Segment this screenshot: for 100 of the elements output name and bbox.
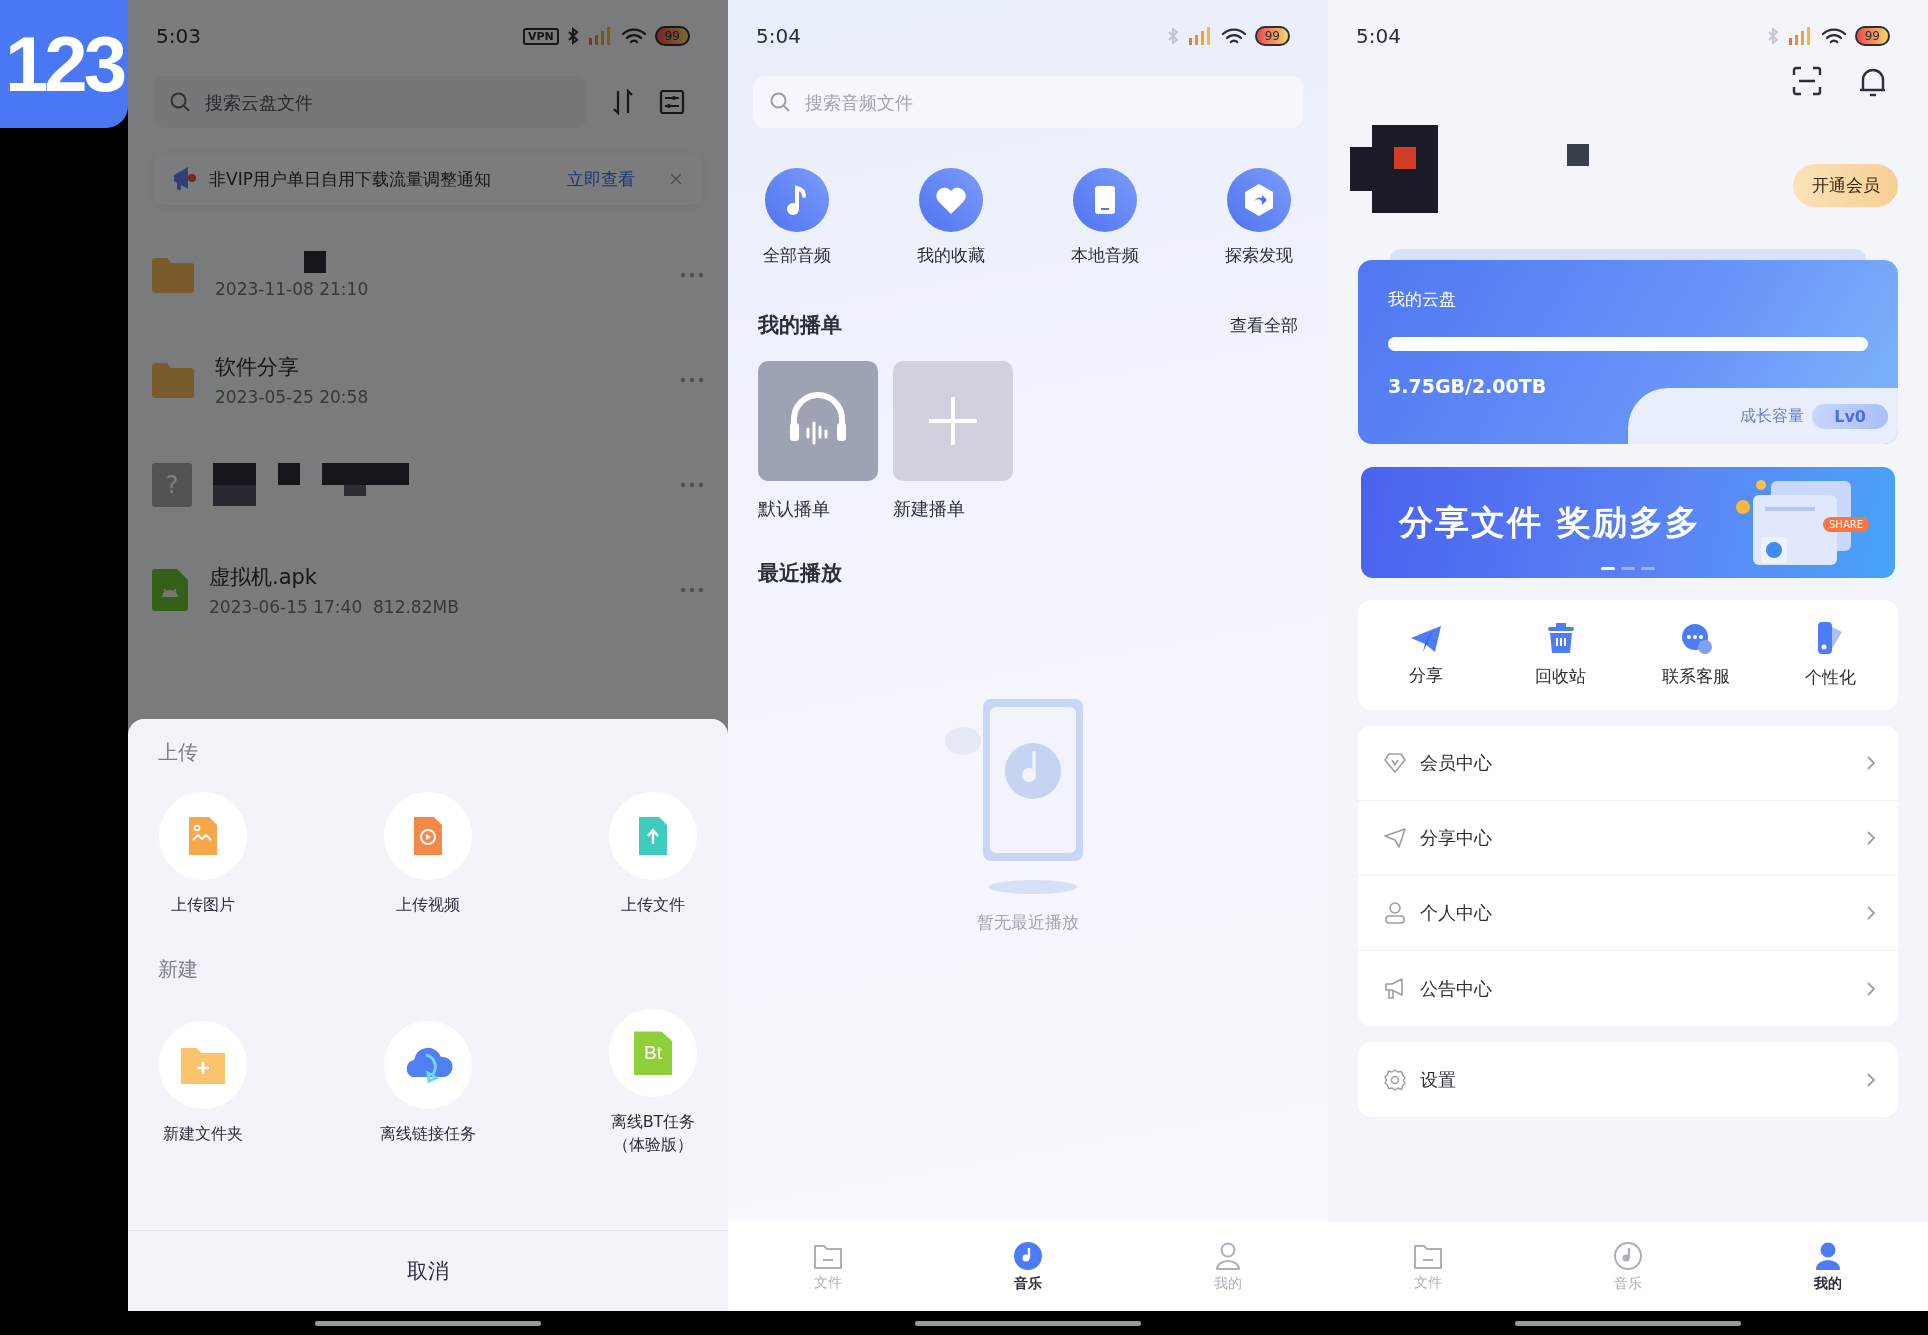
person-icon	[1213, 1240, 1243, 1271]
app-logo: 123	[0, 0, 128, 128]
upload-file-icon	[609, 792, 697, 880]
filter-icon[interactable]	[659, 89, 685, 115]
menu-item[interactable]: 设置	[1358, 1042, 1898, 1117]
chevron-right-icon	[1866, 1071, 1876, 1088]
video-file-icon	[384, 792, 472, 880]
file-meta: 2023-06-15 17:40 812.82MB	[209, 596, 460, 617]
wifi-icon	[1820, 26, 1847, 46]
section-title: 新建	[157, 956, 198, 984]
sort-icon[interactable]	[611, 89, 635, 115]
wifi-icon	[1220, 26, 1247, 46]
cloud-download-icon	[384, 1020, 472, 1109]
file-name: 软件分享	[215, 353, 300, 381]
signal-icon	[1786, 26, 1813, 46]
section-title: 最近播放	[757, 560, 843, 587]
tablet-icon	[1073, 168, 1137, 232]
chevron-right-icon	[1866, 905, 1876, 921]
battery-indicator: 99	[1854, 26, 1890, 46]
image-file-icon	[159, 792, 247, 880]
sheet-option[interactable]: Bt 离线BT任务 （体验版）	[593, 1009, 713, 1157]
sheet-option[interactable]: 新建文件夹	[143, 1020, 263, 1145]
bluetooth-icon	[1766, 27, 1779, 45]
headphones-icon	[758, 361, 878, 481]
chevron-right-icon	[1866, 755, 1876, 771]
banner-text: 分享文件 奖励多多	[1399, 500, 1701, 544]
file-name: 虚拟机.apk	[209, 563, 319, 591]
page-indicator[interactable]	[1621, 567, 1635, 570]
battery-indicator: 99	[654, 26, 690, 46]
quick-action[interactable]: 分享	[1358, 600, 1493, 710]
shortcut-button[interactable]: 本地音频	[1050, 168, 1160, 267]
quick-action[interactable]: 个性化	[1763, 600, 1898, 710]
redaction-block	[1567, 144, 1589, 166]
more-icon[interactable]	[680, 376, 704, 383]
folder-icon	[152, 256, 194, 293]
sheet-option[interactable]: 离线链接任务	[368, 1020, 488, 1145]
growth-label: 成长容量	[1740, 405, 1805, 427]
status-time: 5:04	[756, 24, 801, 48]
more-icon[interactable]	[680, 481, 704, 488]
bt-file-icon: Bt	[609, 1009, 697, 1098]
chevron-right-icon	[1866, 980, 1876, 997]
promo-banner[interactable]: 分享文件 奖励多多 SHARE	[1361, 467, 1895, 578]
signal-icon	[1186, 26, 1213, 46]
diamond-icon	[1384, 753, 1406, 773]
sheet-option[interactable]: 上传视频	[368, 792, 488, 917]
bluetooth-icon	[566, 27, 579, 45]
scan-icon[interactable]	[1792, 66, 1822, 96]
vpn-badge: VPN	[522, 27, 559, 45]
vip-button[interactable]: 开通会员	[1793, 164, 1898, 207]
sheet-option[interactable]: 上传文件	[593, 792, 713, 917]
storage-card[interactable]: 我的云盘 3.75GB/2.00TB 成长容量 Lv0	[1358, 260, 1898, 444]
bell-icon[interactable]	[1858, 66, 1888, 98]
new-folder-icon	[159, 1020, 247, 1109]
unknown-file-icon: ?	[152, 462, 192, 507]
storage-usage: 3.75GB/2.00TB	[1388, 375, 1548, 397]
quick-action[interactable]: 联系客服	[1628, 600, 1763, 710]
empty-state-text: 暂无最近播放	[977, 911, 1079, 934]
sheet-option[interactable]: 上传图片	[143, 792, 263, 917]
megaphone-icon	[1384, 977, 1406, 1000]
view-all-link[interactable]: 查看全部	[1230, 313, 1298, 337]
shortcut-button[interactable]: 全部音频	[742, 168, 852, 267]
menu-item[interactable]: 公告中心	[1358, 951, 1898, 1026]
file-row[interactable]: 软件分享 2023-05-25 20:58	[128, 327, 728, 432]
share-tag: SHARE	[1823, 517, 1869, 532]
shortcut-button[interactable]: 探索发现	[1204, 168, 1314, 267]
search-icon	[769, 91, 791, 113]
file-meta: 2023-05-25 20:58	[215, 386, 370, 407]
playlist-tile[interactable]: 默认播单	[758, 361, 878, 521]
file-meta: 2023-11-08 21:10	[215, 278, 370, 299]
settings-icon	[1384, 1068, 1406, 1091]
card-title: 我的云盘	[1388, 288, 1457, 311]
tab[interactable]: 音乐	[928, 1222, 1128, 1311]
signal-icon	[586, 26, 613, 46]
menu-item[interactable]: 会员中心	[1358, 726, 1898, 801]
more-icon[interactable]	[680, 586, 704, 593]
music-disc-icon	[1013, 1240, 1043, 1271]
tab[interactable]: 我的	[1728, 1222, 1928, 1311]
status-time: 5:04	[1356, 24, 1401, 48]
bluetooth-icon	[1166, 27, 1179, 45]
menu-item[interactable]: 分享中心	[1358, 801, 1898, 876]
menu-item[interactable]: 个人中心	[1358, 876, 1898, 951]
page-indicator[interactable]	[1641, 567, 1655, 570]
plus-icon	[893, 361, 1013, 481]
chevron-right-icon	[1866, 830, 1876, 846]
playlist-tile[interactable]: 新建播单	[893, 361, 1013, 521]
quick-action[interactable]: 回收站	[1493, 600, 1628, 710]
music-note-icon	[765, 168, 829, 232]
page-indicator[interactable]	[1601, 567, 1615, 570]
music-disc-icon	[1613, 1240, 1643, 1271]
person-icon	[1384, 902, 1406, 924]
search-field[interactable]: 搜索音频文件	[753, 76, 1303, 128]
folder-icon	[152, 361, 194, 398]
search-field[interactable]: 搜索云盘文件	[153, 76, 587, 128]
shortcut-button[interactable]: 我的收藏	[896, 168, 1006, 267]
file-row[interactable]: 虚拟机.apk 2023-06-15 17:40 812.82MB	[128, 537, 728, 642]
person-icon	[1813, 1240, 1843, 1271]
more-icon[interactable]	[680, 271, 704, 278]
status-time: 5:03	[156, 24, 201, 48]
close-icon[interactable]	[669, 172, 683, 186]
search-icon	[169, 91, 191, 113]
